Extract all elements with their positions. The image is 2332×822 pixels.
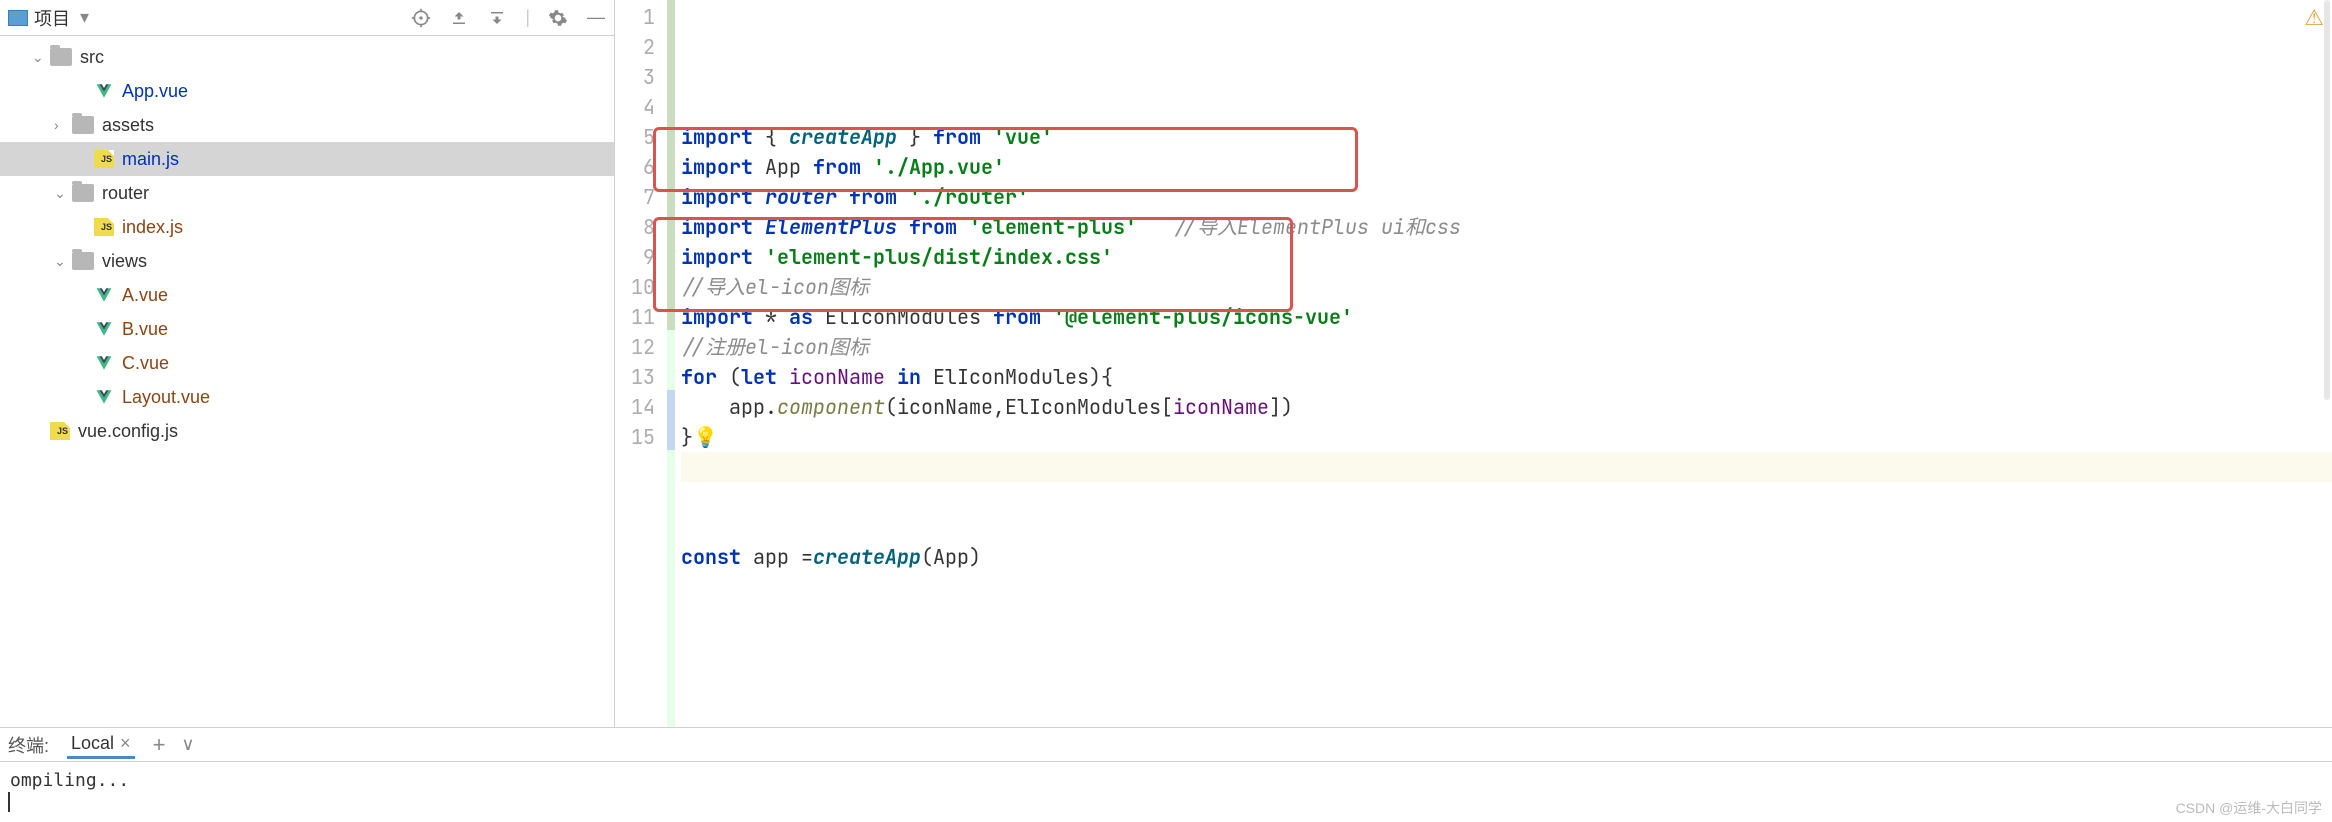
warning-icon[interactable]: ⚠ bbox=[2304, 5, 2324, 31]
tree-label: C.vue bbox=[122, 353, 169, 374]
chevron-down-icon: ▾ bbox=[80, 7, 89, 28]
js-icon: JS bbox=[94, 218, 114, 236]
project-title: 项目 bbox=[34, 5, 70, 31]
vue-icon bbox=[94, 82, 114, 100]
chevron-down-icon[interactable]: ⌄ bbox=[32, 49, 50, 66]
tree-item-c-vue[interactable]: ·C.vue bbox=[0, 346, 614, 380]
tree-label: main.js bbox=[122, 149, 179, 170]
sidebar: 项目 ▾ | — ⌄src·App.vue›assets·JSmain.js⌄r… bbox=[0, 0, 615, 727]
tree-label: router bbox=[102, 183, 149, 204]
chevron-right-icon[interactable]: › bbox=[54, 117, 72, 133]
terminal-tab-local[interactable]: Local × bbox=[67, 731, 135, 759]
code-line-4[interactable]: import ElementPlus from 'element-plus' /… bbox=[681, 212, 2332, 242]
code-line-9[interactable]: for (let iconName in ElIconModules){ bbox=[681, 362, 2332, 392]
code-line-10[interactable]: app.component(iconName,ElIconModules[ico… bbox=[681, 392, 2332, 422]
terminal-text: ompiling... bbox=[10, 770, 129, 791]
tree-item-vue-config-js[interactable]: ·JSvue.config.js bbox=[0, 414, 614, 448]
file-tree: ⌄src·App.vue›assets·JSmain.js⌄router·JSi… bbox=[0, 36, 614, 727]
js-icon: JS bbox=[50, 422, 70, 440]
tree-item-router[interactable]: ⌄ router bbox=[0, 176, 614, 210]
code-editor[interactable]: 123456789101112131415 import { createApp… bbox=[615, 0, 2332, 727]
tree-label: Layout.vue bbox=[122, 387, 210, 408]
watermark: CSDN @运维-大白同学 bbox=[2176, 798, 2322, 818]
vue-icon bbox=[94, 286, 114, 304]
code-line-15[interactable]: const app =createApp(App) bbox=[681, 542, 2332, 572]
tree-label: A.vue bbox=[122, 285, 168, 306]
target-icon[interactable] bbox=[411, 8, 431, 28]
expand-icon[interactable] bbox=[449, 8, 469, 28]
vue-icon bbox=[94, 388, 114, 406]
tree-label: App.vue bbox=[122, 81, 188, 102]
chevron-down-icon[interactable]: ⌄ bbox=[54, 185, 72, 202]
project-icon bbox=[8, 10, 28, 26]
terminal-output[interactable]: ompiling... bbox=[0, 762, 2332, 822]
folder-icon bbox=[50, 48, 72, 66]
vue-icon bbox=[94, 320, 114, 338]
terminal-panel: 终端: Local × + ∨ ompiling... bbox=[0, 727, 2332, 822]
tree-label: vue.config.js bbox=[78, 421, 178, 442]
vue-icon bbox=[94, 354, 114, 372]
code-line-8[interactable]: //注册el-icon图标 bbox=[681, 332, 2332, 362]
tree-item-a-vue[interactable]: ·A.vue bbox=[0, 278, 614, 312]
code-line-1[interactable]: import { createApp } from 'vue' bbox=[681, 122, 2332, 152]
code-line-11[interactable]: }💡 bbox=[681, 422, 2332, 452]
tree-item-src[interactable]: ⌄ src bbox=[0, 40, 614, 74]
tree-label: views bbox=[102, 251, 147, 272]
tree-label: src bbox=[80, 47, 104, 68]
collapse-icon[interactable] bbox=[487, 8, 507, 28]
change-strip bbox=[667, 0, 675, 727]
code-line-14[interactable] bbox=[681, 512, 2332, 542]
code-line-6[interactable]: //导入el-icon图标 bbox=[681, 272, 2332, 302]
code-line-12[interactable] bbox=[681, 452, 2332, 482]
js-icon: JS bbox=[94, 150, 114, 168]
folder-icon bbox=[72, 116, 94, 134]
tree-label: assets bbox=[102, 115, 154, 136]
folder-icon bbox=[72, 184, 94, 202]
folder-icon bbox=[72, 252, 94, 270]
terminal-tabs: 终端: Local × + ∨ bbox=[0, 728, 2332, 762]
scrollbar[interactable] bbox=[2324, 0, 2330, 400]
tree-label: index.js bbox=[122, 217, 183, 238]
tree-item-layout-vue[interactable]: ·Layout.vue bbox=[0, 380, 614, 414]
close-icon[interactable]: × bbox=[120, 733, 131, 754]
code-line-3[interactable]: import router from './router' bbox=[681, 182, 2332, 212]
terminal-title: 终端: bbox=[8, 732, 49, 758]
line-gutter: 123456789101112131415 bbox=[615, 0, 667, 727]
code-line-13[interactable] bbox=[681, 482, 2332, 512]
tree-item-index-js[interactable]: ·JSindex.js bbox=[0, 210, 614, 244]
tree-item-assets[interactable]: › assets bbox=[0, 108, 614, 142]
tree-item-app-vue[interactable]: ·App.vue bbox=[0, 74, 614, 108]
code-content[interactable]: import { createApp } from 'vue'import Ap… bbox=[675, 0, 2332, 727]
terminal-tab-label: Local bbox=[71, 733, 114, 754]
code-line-7[interactable]: import * as ElIconModules from '@element… bbox=[681, 302, 2332, 332]
tree-item-views[interactable]: ⌄ views bbox=[0, 244, 614, 278]
gear-icon[interactable] bbox=[548, 8, 568, 28]
tree-item-b-vue[interactable]: ·B.vue bbox=[0, 312, 614, 346]
code-line-5[interactable]: import 'element-plus/dist/index.css' bbox=[681, 242, 2332, 272]
project-selector[interactable]: 项目 ▾ bbox=[8, 5, 89, 31]
tree-label: B.vue bbox=[122, 319, 168, 340]
tree-item-main-js[interactable]: ·JSmain.js bbox=[0, 142, 614, 176]
add-terminal-button[interactable]: + bbox=[153, 732, 166, 758]
hide-icon[interactable]: — bbox=[586, 8, 606, 28]
chevron-down-icon[interactable]: ⌄ bbox=[54, 253, 72, 270]
sidebar-toolbar: 项目 ▾ | — bbox=[0, 0, 614, 36]
chevron-down-icon[interactable]: ∨ bbox=[181, 734, 194, 755]
code-line-2[interactable]: import App from './App.vue' bbox=[681, 152, 2332, 182]
